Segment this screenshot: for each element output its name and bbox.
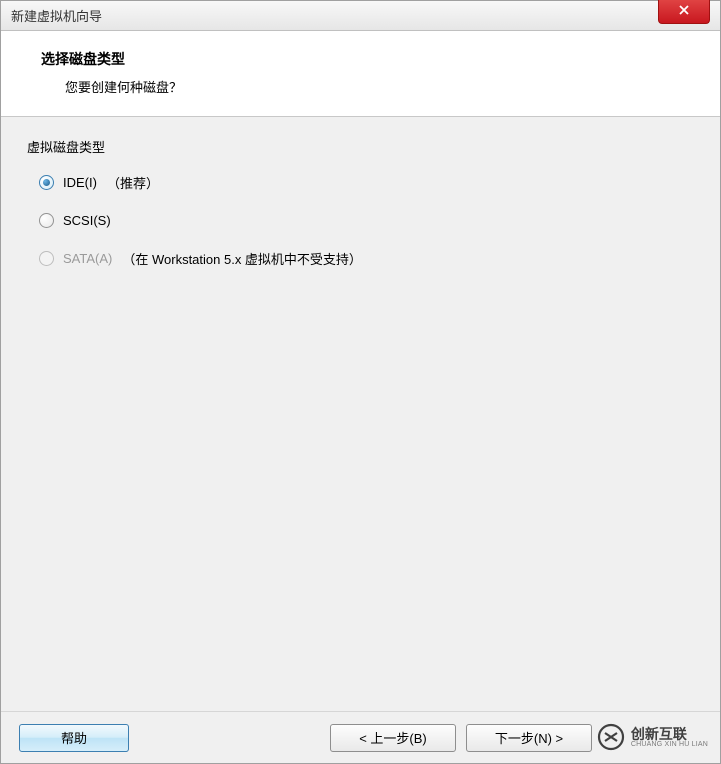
radio-label-sata: SATA(A)	[63, 251, 112, 266]
radio-ide[interactable]	[39, 175, 54, 190]
close-icon	[678, 4, 690, 19]
next-button[interactable]: 下一步(N) >	[466, 724, 592, 752]
help-button[interactable]: 帮助	[19, 724, 129, 752]
watermark-cn: 创新互联	[631, 727, 708, 741]
watermark-logo-icon	[597, 723, 625, 751]
content-area: 虚拟磁盘类型 IDE(I) （推荐） SCSI(S) SATA(A) （在 Wo…	[1, 117, 720, 711]
close-button[interactable]	[658, 0, 710, 24]
radio-row-ide[interactable]: IDE(I) （推荐）	[39, 172, 694, 192]
window-title: 新建虚拟机向导	[11, 6, 102, 25]
watermark: 创新互联 CHUANG XIN HU LIAN	[597, 723, 708, 751]
radio-sata	[39, 251, 54, 266]
titlebar: 新建虚拟机向导	[1, 1, 720, 31]
radio-row-sata: SATA(A) （在 Workstation 5.x 虚拟机中不受支持）	[39, 248, 694, 268]
radio-note-sata: （在 Workstation 5.x 虚拟机中不受支持）	[122, 249, 362, 268]
radio-label-ide: IDE(I)	[63, 175, 97, 190]
watermark-text: 创新互联 CHUANG XIN HU LIAN	[631, 727, 708, 748]
wizard-window: 新建虚拟机向导 选择磁盘类型 您要创建何种磁盘？ 虚拟磁盘类型 IDE(I) （…	[0, 0, 721, 764]
header-panel: 选择磁盘类型 您要创建何种磁盘？	[1, 31, 720, 117]
header-subtitle: 您要创建何种磁盘？	[41, 77, 700, 96]
radio-row-scsi[interactable]: SCSI(S)	[39, 210, 694, 230]
radio-scsi[interactable]	[39, 213, 54, 228]
disk-type-radio-group: IDE(I) （推荐） SCSI(S) SATA(A) （在 Workstati…	[27, 172, 694, 268]
footer-left: 帮助	[19, 724, 129, 752]
section-label: 虚拟磁盘类型	[27, 137, 694, 156]
radio-label-scsi: SCSI(S)	[63, 213, 111, 228]
header-title: 选择磁盘类型	[41, 49, 700, 69]
watermark-en: CHUANG XIN HU LIAN	[631, 741, 708, 748]
back-button[interactable]: < 上一步(B)	[330, 724, 456, 752]
radio-note-ide: （推荐）	[107, 173, 159, 192]
